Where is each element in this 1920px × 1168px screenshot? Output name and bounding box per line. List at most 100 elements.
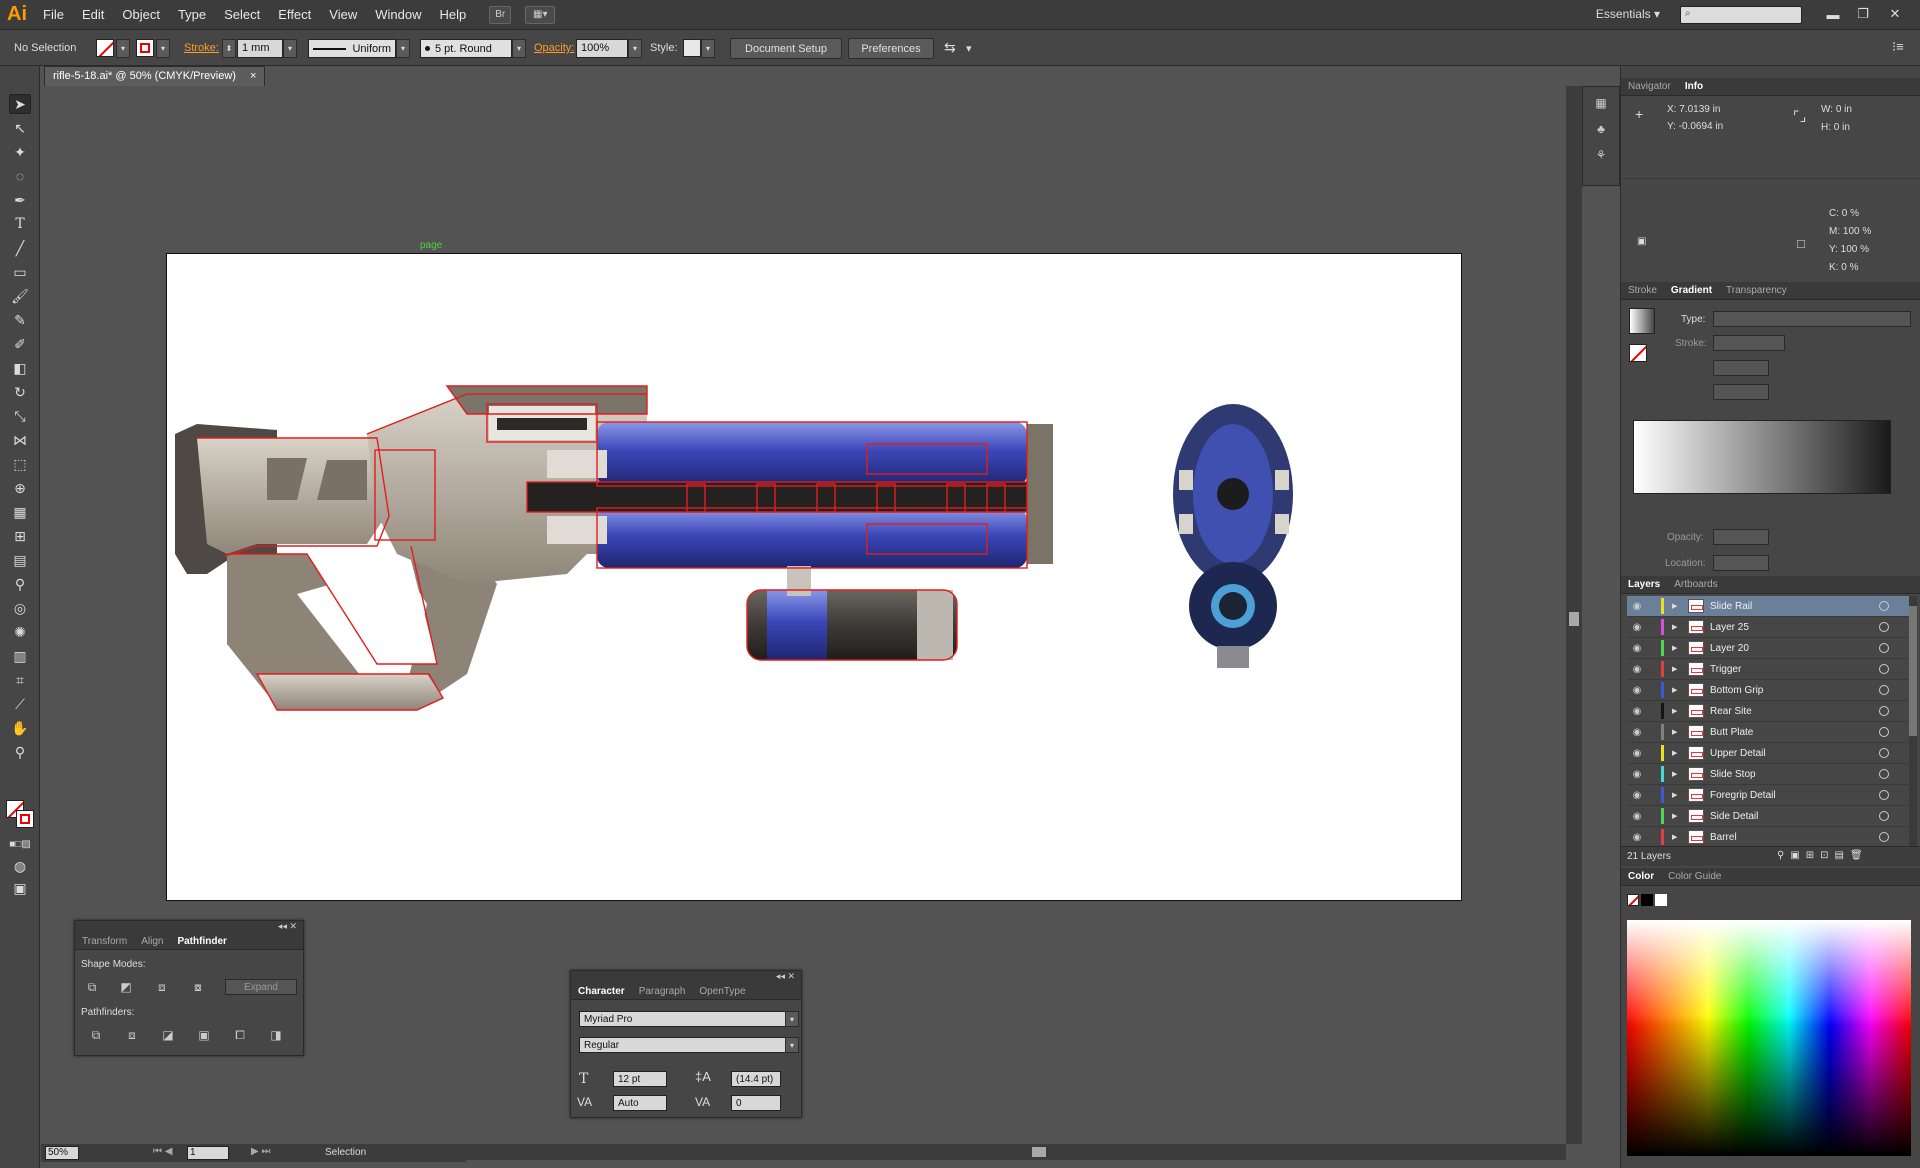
minus-front-icon[interactable]: ◩	[117, 979, 135, 995]
artboard-tool-icon[interactable]: ⌗	[9, 670, 31, 690]
restore-button[interactable]: ❐	[1850, 4, 1876, 24]
layer-row[interactable]: ◉ ▶ Side Detail	[1627, 806, 1909, 827]
kerning-field[interactable]: Auto	[613, 1095, 667, 1111]
expand-triangle-icon[interactable]: ▶	[1672, 644, 1684, 652]
eraser-tool-icon[interactable]: ◧	[9, 358, 31, 378]
eye-icon[interactable]: ◉	[1627, 706, 1647, 717]
fill-swatch[interactable]	[96, 39, 114, 57]
gradient-type-select[interactable]	[1713, 311, 1911, 327]
font-family-dropdown[interactable]: ▾	[785, 1011, 799, 1027]
line-tool-icon[interactable]: ╱	[9, 238, 31, 258]
artboard-nav-next-icon[interactable]: ▶ ⏭	[251, 1146, 270, 1157]
color-spectrum[interactable]	[1627, 920, 1911, 1156]
stroke-profile-field[interactable]: Uniform	[308, 39, 396, 58]
tab-character[interactable]: Character	[571, 986, 632, 997]
tab-transparency[interactable]: Transparency	[1719, 285, 1794, 296]
expand-triangle-icon[interactable]: ▶	[1672, 665, 1684, 673]
arrange-documents-button[interactable]: ▦▾	[525, 5, 556, 24]
layer-row[interactable]: ◉ ▶ Slide Rail	[1627, 596, 1909, 617]
tab-align[interactable]: Align	[134, 936, 170, 947]
unite-icon[interactable]: ⧉	[83, 979, 101, 995]
workspace-switcher[interactable]: Essentials ▾	[1596, 7, 1660, 21]
white-swatch[interactable]	[1655, 894, 1667, 906]
expand-triangle-icon[interactable]: ▶	[1672, 686, 1684, 694]
layer-row[interactable]: ◉ ▶ Rear Site	[1627, 701, 1909, 722]
eye-icon[interactable]: ◉	[1627, 601, 1647, 612]
document-setup-button[interactable]: Document Setup	[730, 38, 842, 59]
tab-paragraph[interactable]: Paragraph	[632, 986, 693, 997]
fill-dropdown[interactable]: ▾	[116, 39, 130, 58]
target-icon[interactable]	[1879, 706, 1889, 716]
menu-window[interactable]: Window	[366, 7, 430, 22]
lasso-tool-icon[interactable]: ◌	[9, 166, 31, 186]
eye-icon[interactable]: ◉	[1627, 643, 1647, 654]
layers-scrollbar[interactable]	[1909, 596, 1917, 848]
eye-icon[interactable]: ◉	[1627, 769, 1647, 780]
scale-tool-icon[interactable]: ⤡	[9, 406, 31, 426]
expand-triangle-icon[interactable]: ▶	[1672, 770, 1684, 778]
gradient-fill-swatch[interactable]	[1629, 344, 1647, 362]
target-icon[interactable]	[1879, 601, 1889, 611]
layer-row[interactable]: ◉ ▶ Layer 20	[1627, 638, 1909, 659]
rifle-artwork[interactable]	[167, 254, 1463, 902]
artboard-nav-prev-icon[interactable]: ⏮ ◀	[153, 1146, 172, 1157]
chevron-down-icon[interactable]: ▾	[966, 42, 972, 55]
leading-field[interactable]: (14.4 pt)	[731, 1071, 781, 1087]
menu-file[interactable]: File	[34, 7, 73, 22]
color-mode-icon[interactable]: ■□▨	[9, 834, 31, 854]
eye-icon[interactable]: ◉	[1627, 685, 1647, 696]
shape-builder-tool-icon[interactable]: ⊕	[9, 478, 31, 498]
crop-icon[interactable]: ▣	[195, 1027, 213, 1043]
menu-type[interactable]: Type	[169, 7, 215, 22]
target-icon[interactable]	[1879, 790, 1889, 800]
target-icon[interactable]	[1879, 727, 1889, 737]
panel-collapse-icon[interactable]: ◂◂ ✕	[571, 971, 801, 983]
gradient-tool-icon[interactable]: ▤	[9, 550, 31, 570]
tab-color[interactable]: Color	[1621, 871, 1661, 882]
menu-effect[interactable]: Effect	[269, 7, 320, 22]
opacity-label[interactable]: Opacity:	[534, 42, 574, 54]
eye-icon[interactable]: ◉	[1627, 832, 1647, 843]
style-dropdown[interactable]: ▾	[701, 39, 715, 58]
perspective-grid-tool-icon[interactable]: ▦	[9, 502, 31, 522]
horizontal-scrollbar[interactable]	[466, 1144, 1566, 1160]
minus-back-icon[interactable]: ◨	[267, 1027, 285, 1043]
tab-color-guide[interactable]: Color Guide	[1661, 871, 1728, 882]
target-icon[interactable]	[1879, 832, 1889, 842]
close-tab-icon[interactable]: ×	[250, 70, 256, 83]
symbols-panel-icon[interactable]: ♣	[1592, 121, 1610, 137]
expand-button[interactable]: Expand	[225, 979, 297, 995]
selection-tool-icon[interactable]: ➤	[9, 94, 31, 114]
layer-row[interactable]: ◉ ▶ Foregrip Detail	[1627, 785, 1909, 806]
brush-field[interactable]: 5 pt. Round	[420, 39, 512, 58]
gradient-slider[interactable]	[1633, 420, 1891, 494]
pencil-tool-icon[interactable]: ✎	[9, 310, 31, 330]
eye-icon[interactable]: ◉	[1627, 664, 1647, 675]
magic-wand-tool-icon[interactable]: ✦	[9, 142, 31, 162]
close-button[interactable]: ✕	[1882, 4, 1908, 24]
blend-tool-icon[interactable]: ◎	[9, 598, 31, 618]
pen-tool-icon[interactable]: ✒	[9, 190, 31, 210]
layer-row[interactable]: ◉ ▶ Trigger	[1627, 659, 1909, 680]
font-family-field[interactable]: Myriad Pro	[579, 1011, 787, 1027]
target-icon[interactable]	[1879, 643, 1889, 653]
tab-navigator[interactable]: Navigator	[1621, 81, 1678, 92]
stroke-label[interactable]: Stroke:	[184, 42, 219, 54]
layer-row[interactable]: ◉ ▶ Butt Plate	[1627, 722, 1909, 743]
expand-triangle-icon[interactable]: ▶	[1672, 623, 1684, 631]
target-icon[interactable]	[1879, 664, 1889, 674]
tab-layers[interactable]: Layers	[1621, 579, 1667, 590]
tab-stroke[interactable]: Stroke	[1621, 285, 1664, 296]
document-tab[interactable]: rifle-5-18.ai* @ 50% (CMYK/Preview) ×	[44, 66, 266, 86]
expand-triangle-icon[interactable]: ▶	[1672, 812, 1684, 820]
horizontal-scroll-thumb[interactable]	[1032, 1147, 1046, 1157]
zoom-field[interactable]: 50%	[45, 1146, 79, 1160]
rotate-tool-icon[interactable]: ↻	[9, 382, 31, 402]
layer-actions-icon[interactable]: ⚲▣⊞⊡▤🗑	[1777, 850, 1869, 861]
gradient-stroke-buttons[interactable]	[1713, 335, 1785, 351]
paintbrush-tool-icon[interactable]: 🖌	[9, 286, 31, 306]
opacity-field[interactable]: 100%	[576, 39, 628, 58]
eye-icon[interactable]: ◉	[1627, 790, 1647, 801]
expand-triangle-icon[interactable]: ▶	[1672, 749, 1684, 757]
layer-row[interactable]: ◉ ▶ Upper Detail	[1627, 743, 1909, 764]
